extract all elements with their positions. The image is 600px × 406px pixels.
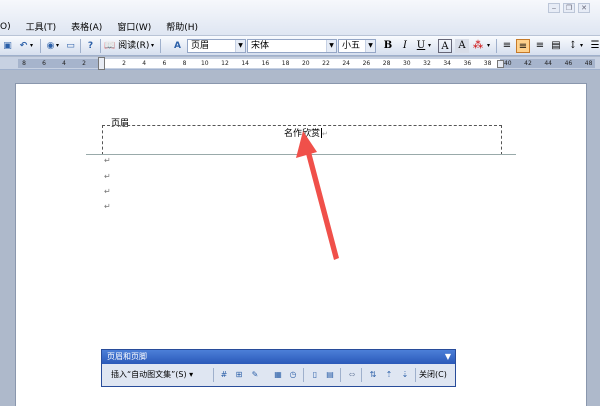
switch-header-footer-icon[interactable]: ⇅ (367, 369, 379, 381)
format-page-number-icon[interactable]: ✎ (249, 369, 261, 381)
show-previous-icon[interactable]: ⇡ (383, 369, 395, 381)
header-footer-title-text: 页眉和页脚 (107, 352, 147, 361)
insert-autotext-label: 插入“自动图文集”(S) (111, 370, 187, 379)
insert-date-icon[interactable]: ▦ (272, 369, 284, 381)
arrow-head (296, 131, 317, 158)
header-footer-toolbar-title[interactable]: 页眉和页脚 ▼ (102, 350, 455, 364)
arrow-shaft (305, 148, 339, 260)
same-as-previous-icon[interactable]: ⇔ (346, 369, 358, 381)
close-header-footer-button[interactable]: 关闭(C) (419, 369, 447, 380)
page-setup-icon[interactable]: ▯ (309, 369, 321, 381)
insert-time-icon[interactable]: ◷ (287, 369, 299, 381)
insert-page-number-icon[interactable]: # (218, 369, 230, 381)
header-footer-toolbar: 页眉和页脚 ▼ 插入“自动图文集”(S) ▾ # ⊞ ✎ ▦ ◷ ▯ ▤ ⇔ ⇅… (101, 349, 456, 387)
insert-page-count-icon[interactable]: ⊞ (233, 369, 245, 381)
annotation-arrow (296, 131, 339, 260)
show-document-text-icon[interactable]: ▤ (324, 369, 336, 381)
show-next-icon[interactable]: ⇣ (399, 369, 411, 381)
header-footer-toolbar-row: 插入“自动图文集”(S) ▾ # ⊞ ✎ ▦ ◷ ▯ ▤ ⇔ ⇅ ⇡ ⇣ 关闭(… (102, 364, 455, 386)
toolbar-options-icon[interactable]: ▼ (445, 350, 451, 364)
insert-autotext-button[interactable]: 插入“自动图文集”(S) ▾ (111, 369, 193, 380)
